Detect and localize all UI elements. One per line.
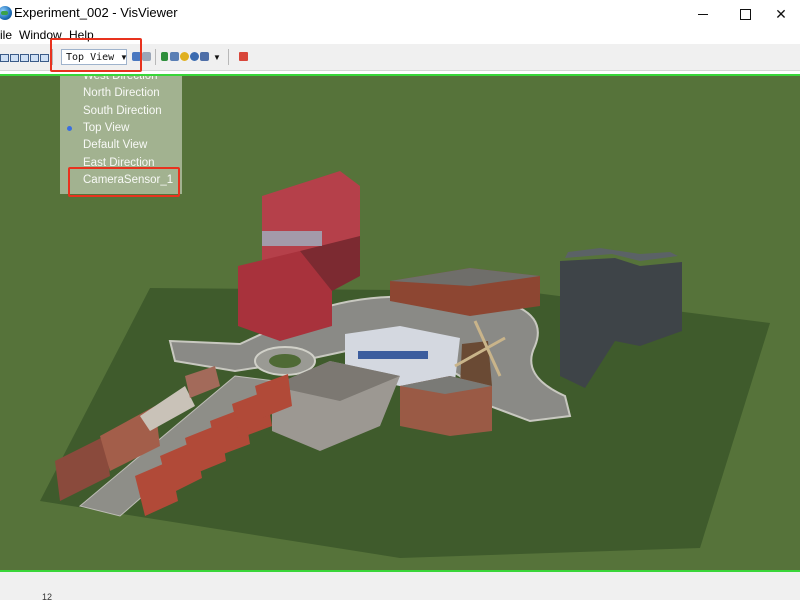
status-text: 12 [42,592,53,602]
globe-icon[interactable] [190,52,199,61]
layout-single-icon[interactable] [0,54,9,62]
menu-item-east-direction[interactable]: East Direction [83,157,155,169]
toolbar: Top View ▼ ▼ [0,44,800,71]
chevron-down-icon[interactable]: ▼ [118,49,130,65]
menu-item-default-view[interactable]: Default View [83,139,147,151]
sun-icon[interactable] [180,52,189,61]
menu-item-north-direction[interactable]: North Direction [83,87,160,99]
layout-split-icon[interactable] [10,54,19,62]
status-bar: 12 [0,572,800,602]
selected-radio-icon [67,126,72,131]
menu-file[interactable]: ile [0,28,12,42]
app-globe-icon [0,6,12,20]
shield-icon[interactable] [200,52,209,61]
camera-edit-icon[interactable] [142,52,151,61]
layout-grid-icon[interactable] [40,54,49,62]
hall-sign [358,351,428,359]
maximize-icon [739,8,751,20]
toolbar-separator [228,49,229,65]
toolbar-separator [155,49,156,65]
title-bar: Experiment_002 - VisViewer ✕ [0,0,800,28]
home-icon[interactable] [170,52,179,61]
toolbar-separator [52,49,53,65]
roundabout-center [269,354,301,368]
menu-window[interactable]: Window [19,28,62,42]
view-dropdown-menu: West Direction North Direction South Dir… [60,76,182,194]
menu-help[interactable]: Help [69,28,94,42]
grey-office-roof [565,248,678,261]
close-button[interactable]: ✕ [762,0,800,28]
menu-item-camera-sensor[interactable]: CameraSensor_1 [83,174,173,186]
minimize-button[interactable] [680,0,726,28]
menu-bar: ile Window Help [0,28,800,44]
menu-item-south-direction[interactable]: South Direction [83,105,162,117]
chevron-down-icon[interactable]: ▼ [211,49,223,65]
3d-viewport[interactable]: West Direction North Direction South Dir… [0,74,800,572]
menu-item-west-direction[interactable]: West Direction [83,76,158,82]
tower-glass-band [262,231,322,246]
minimize-icon [698,13,708,15]
camera-save-icon[interactable] [132,52,141,61]
menu-item-top-view[interactable]: Top View [83,122,129,134]
window-title: Experiment_002 - VisViewer [14,5,178,20]
pointer-icon[interactable] [161,52,168,61]
layout-triple-icon[interactable] [20,54,29,62]
layout-quad-icon[interactable] [30,54,39,62]
record-icon[interactable] [239,52,248,61]
close-icon: ✕ [775,5,787,22]
